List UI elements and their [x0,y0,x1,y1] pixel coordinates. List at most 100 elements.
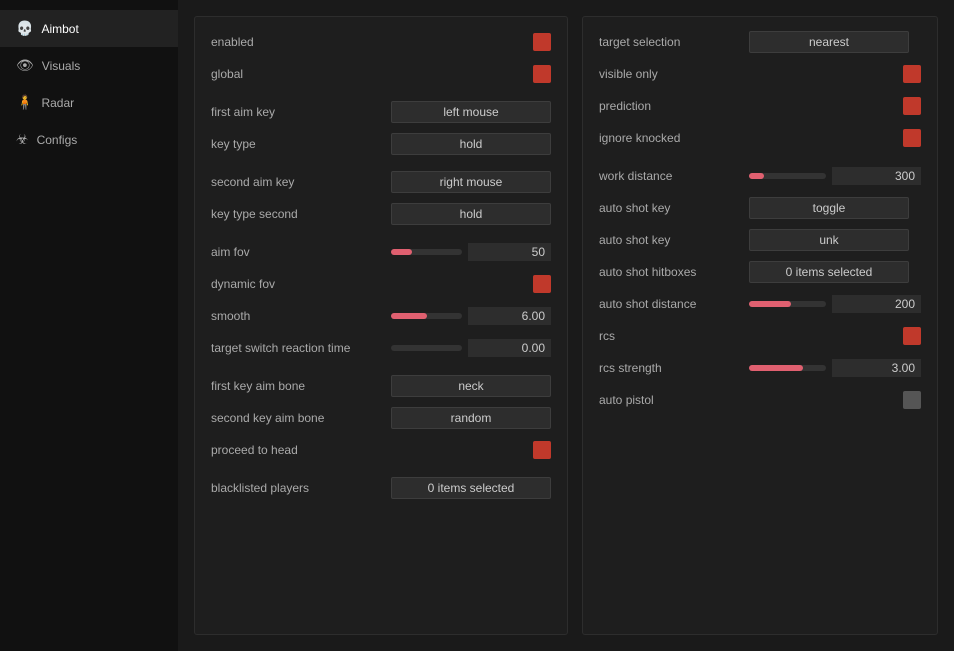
label-key-type: key type [211,137,391,151]
aim-fov-fill [391,249,412,255]
row-key-type-second: key type second hold [211,203,551,225]
row-rcs-strength: rcs strength 3.00 [599,357,921,379]
label-auto-shot-key2: auto shot key [599,233,749,247]
second-aim-key-dropdown[interactable]: right mouse [391,171,551,193]
label-blacklisted-players: blacklisted players [211,481,391,495]
auto-shot-hitboxes-dropdown[interactable]: 0 items selected [749,261,909,283]
smooth-track[interactable] [391,313,462,319]
row-auto-shot-key: auto shot key toggle [599,197,921,219]
target-selection-dropdown[interactable]: nearest [749,31,909,53]
toggle-enabled[interactable] [533,33,551,51]
skull-icon: 💀 [16,20,33,37]
label-work-distance: work distance [599,169,749,183]
sidebar-item-radar[interactable]: 🧍 Radar [0,84,178,121]
row-rcs: rcs [599,325,921,347]
row-work-distance: work distance 300 [599,165,921,187]
label-aim-fov: aim fov [211,245,391,259]
label-rcs: rcs [599,329,749,343]
smooth-value: 6.00 [468,307,551,325]
label-prediction: prediction [599,99,749,113]
label-second-aim-key: second aim key [211,175,391,189]
sidebar-item-aimbot[interactable]: 💀 Aimbot [0,10,178,47]
row-global: global [211,63,551,85]
toggle-global[interactable] [533,65,551,83]
label-target-selection: target selection [599,35,749,49]
row-smooth: smooth 6.00 [211,305,551,327]
blacklisted-players-dropdown[interactable]: 0 items selected [391,477,551,499]
main-content: enabled global first aim key left mouse … [178,0,954,651]
toggle-visible-only[interactable] [903,65,921,83]
work-distance-track[interactable] [749,173,826,179]
row-prediction: prediction [599,95,921,117]
radar-icon: 🧍 [16,94,33,111]
row-second-key-aim-bone: second key aim bone random [211,407,551,429]
label-enabled: enabled [211,35,391,49]
toggle-proceed-to-head[interactable] [533,441,551,459]
sidebar-item-configs[interactable]: ☣ Configs [0,121,178,158]
auto-shot-distance-track[interactable] [749,301,826,307]
key-type-second-dropdown[interactable]: hold [391,203,551,225]
rcs-strength-track[interactable] [749,365,826,371]
auto-shot-key2-dropdown[interactable]: unk [749,229,909,251]
label-first-aim-key: first aim key [211,105,391,119]
label-second-key-aim-bone: second key aim bone [211,411,391,425]
aim-fov-track[interactable] [391,249,462,255]
toggle-auto-pistol[interactable] [903,391,921,409]
row-proceed-to-head: proceed to head [211,439,551,461]
row-target-selection: target selection nearest [599,31,921,53]
biohazard-icon: ☣ [16,131,29,148]
row-auto-shot-hitboxes: auto shot hitboxes 0 items selected [599,261,921,283]
label-auto-shot-distance: auto shot distance [599,297,749,311]
toggle-dynamic-fov[interactable] [533,275,551,293]
label-dynamic-fov: dynamic fov [211,277,391,291]
first-key-aim-bone-dropdown[interactable]: neck [391,375,551,397]
label-auto-pistol: auto pistol [599,393,749,407]
sidebar-item-visuals[interactable]: 👁 Visuals [0,47,178,84]
auto-shot-distance-value: 200 [832,295,921,313]
label-ignore-knocked: ignore knocked [599,131,749,145]
sidebar-label-configs: Configs [37,133,78,147]
label-first-key-aim-bone: first key aim bone [211,379,391,393]
toggle-prediction[interactable] [903,97,921,115]
label-smooth: smooth [211,309,391,323]
target-switch-track[interactable] [391,345,462,351]
label-auto-shot-key: auto shot key [599,201,749,215]
key-type-dropdown[interactable]: hold [391,133,551,155]
sidebar-label-radar: Radar [41,96,74,110]
row-target-switch: target switch reaction time 0.00 [211,337,551,359]
work-distance-fill [749,173,764,179]
row-dynamic-fov: dynamic fov [211,273,551,295]
rcs-strength-fill [749,365,803,371]
row-second-aim-key: second aim key right mouse [211,171,551,193]
eye-icon: 👁 [16,57,34,74]
label-proceed-to-head: proceed to head [211,443,391,457]
label-auto-shot-hitboxes: auto shot hitboxes [599,265,749,279]
smooth-fill [391,313,427,319]
first-aim-key-dropdown[interactable]: left mouse [391,101,551,123]
sidebar: 💀 Aimbot 👁 Visuals 🧍 Radar ☣ Configs [0,0,178,651]
row-first-aim-key: first aim key left mouse [211,101,551,123]
toggle-rcs[interactable] [903,327,921,345]
target-switch-value: 0.00 [468,339,551,357]
row-blacklisted-players: blacklisted players 0 items selected [211,477,551,499]
toggle-ignore-knocked[interactable] [903,129,921,147]
sidebar-label-aimbot: Aimbot [41,22,78,36]
auto-shot-key-dropdown[interactable]: toggle [749,197,909,219]
label-rcs-strength: rcs strength [599,361,749,375]
row-first-key-aim-bone: first key aim bone neck [211,375,551,397]
auto-shot-distance-fill [749,301,791,307]
sidebar-label-visuals: Visuals [42,59,80,73]
label-global: global [211,67,391,81]
row-auto-shot-key2: auto shot key unk [599,229,921,251]
row-ignore-knocked: ignore knocked [599,127,921,149]
row-aim-fov: aim fov 50 [211,241,551,263]
row-visible-only: visible only [599,63,921,85]
label-target-switch: target switch reaction time [211,341,391,355]
left-panel: enabled global first aim key left mouse … [194,16,568,635]
label-visible-only: visible only [599,67,749,81]
row-auto-shot-distance: auto shot distance 200 [599,293,921,315]
rcs-strength-value: 3.00 [832,359,921,377]
second-key-aim-bone-dropdown[interactable]: random [391,407,551,429]
work-distance-value: 300 [832,167,921,185]
row-enabled: enabled [211,31,551,53]
